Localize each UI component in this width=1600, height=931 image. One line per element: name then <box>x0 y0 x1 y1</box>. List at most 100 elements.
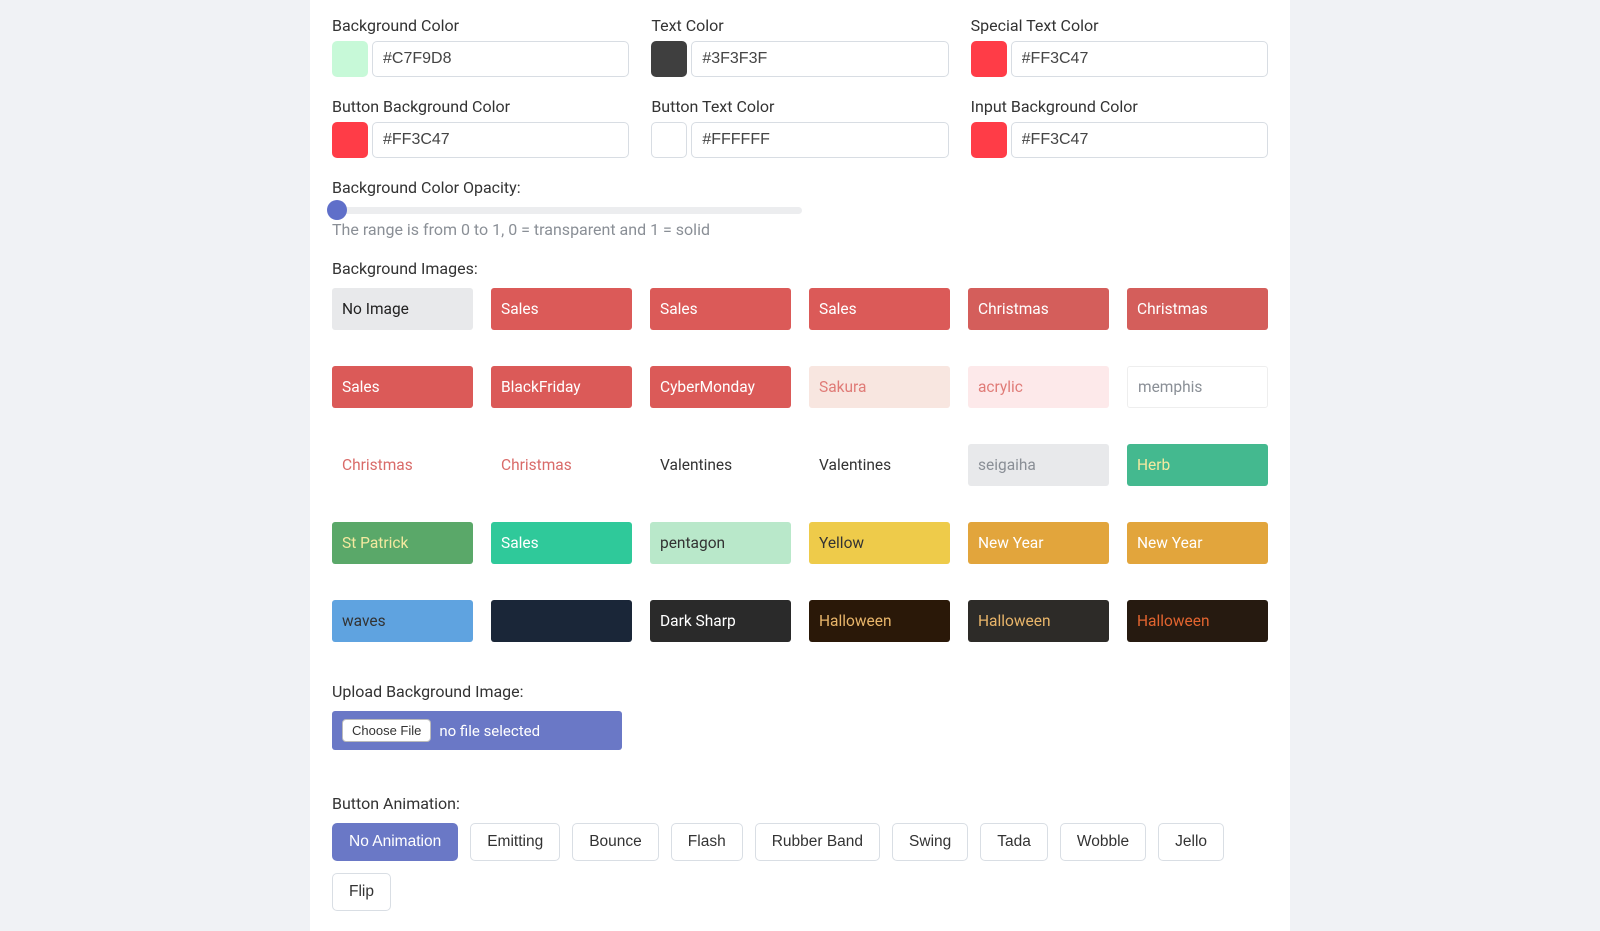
bg-tile-christmas-5[interactable]: Christmas <box>1127 288 1268 330</box>
animation-option-bounce[interactable]: Bounce <box>572 823 659 861</box>
bg-tile-cybermonday-8[interactable]: CyberMonday <box>650 366 791 408</box>
animation-option-swing[interactable]: Swing <box>892 823 968 861</box>
bg-tile-halloween-29[interactable]: Halloween <box>1127 600 1268 642</box>
bg-tile-halloween-27[interactable]: Halloween <box>809 600 950 642</box>
bg-tile-blackfriday-7[interactable]: BlackFriday <box>491 366 632 408</box>
bg-tile-christmas-12[interactable]: Christmas <box>332 444 473 486</box>
bg-tile-label: BlackFriday <box>501 378 581 396</box>
bg-tile-pentagon-20[interactable]: pentagon <box>650 522 791 564</box>
input-input-bg-color[interactable] <box>1011 122 1268 158</box>
label-background-color: Background Color <box>332 16 629 35</box>
bg-tile-label: New Year <box>978 534 1044 552</box>
bg-tile-label: Halloween <box>819 612 892 630</box>
bg-tile-label: Sakura <box>819 378 866 396</box>
label-upload-bg: Upload Background Image: <box>332 682 1268 701</box>
bg-tile-blank-25[interactable] <box>491 600 632 642</box>
label-text-color: Text Color <box>651 16 948 35</box>
field-input-bg-color: Input Background Color <box>971 97 1268 158</box>
animation-option-flash[interactable]: Flash <box>671 823 743 861</box>
bg-tile-christmas-13[interactable]: Christmas <box>491 444 632 486</box>
bg-tile-sales-6[interactable]: Sales <box>332 366 473 408</box>
swatch-button-bg-color[interactable] <box>332 122 368 158</box>
bg-tile-label: Sales <box>819 300 857 318</box>
input-special-text-color[interactable] <box>1011 41 1268 77</box>
bg-tile-waves-24[interactable]: waves <box>332 600 473 642</box>
label-button-text-color: Button Text Color <box>651 97 948 116</box>
bg-tile-label: Christmas <box>1137 300 1208 318</box>
opacity-slider[interactable] <box>332 207 802 214</box>
bg-tile-sales-1[interactable]: Sales <box>491 288 632 330</box>
choose-file-button[interactable]: Choose File <box>342 719 431 742</box>
swatch-text-color[interactable] <box>651 41 687 77</box>
animation-option-wobble[interactable]: Wobble <box>1060 823 1146 861</box>
bg-tile-label: Halloween <box>978 612 1051 630</box>
bg-tile-seigaiha-16[interactable]: seigaiha <box>968 444 1109 486</box>
bg-tile-label: acrylic <box>978 378 1023 396</box>
swatch-input-bg-color[interactable] <box>971 122 1007 158</box>
upload-box[interactable]: Choose File no file selected <box>332 711 622 750</box>
bg-tile-sales-2[interactable]: Sales <box>650 288 791 330</box>
field-button-bg-color: Button Background Color <box>332 97 629 158</box>
bg-tile-label: Sales <box>501 534 539 552</box>
opacity-block: Background Color Opacity: The range is f… <box>332 178 1268 239</box>
bg-tile-label: Christmas <box>501 456 572 474</box>
bg-tile-new-year-23[interactable]: New Year <box>1127 522 1268 564</box>
bg-tile-label: Sales <box>501 300 539 318</box>
bg-tile-label: pentagon <box>660 534 725 552</box>
label-input-bg-color: Input Background Color <box>971 97 1268 116</box>
bg-tile-valentines-15[interactable]: Valentines <box>809 444 950 486</box>
bg-tile-st-patrick-18[interactable]: St Patrick <box>332 522 473 564</box>
bg-tile-christmas-4[interactable]: Christmas <box>968 288 1109 330</box>
bg-tile-sakura-9[interactable]: Sakura <box>809 366 950 408</box>
label-button-animation: Button Animation: <box>332 794 1268 813</box>
animation-option-tada[interactable]: Tada <box>980 823 1048 861</box>
input-text-color[interactable] <box>691 41 948 77</box>
animation-option-no-animation[interactable]: No Animation <box>332 823 458 861</box>
bg-tile-halloween-28[interactable]: Halloween <box>968 600 1109 642</box>
bg-tile-label: memphis <box>1138 378 1202 396</box>
bg-tile-dark-sharp-26[interactable]: Dark Sharp <box>650 600 791 642</box>
settings-panel: Background Color Text Color Special Text… <box>310 0 1290 931</box>
bg-tile-label: Herb <box>1137 456 1170 474</box>
bg-tile-label: waves <box>342 612 386 630</box>
bg-tile-acrylic-10[interactable]: acrylic <box>968 366 1109 408</box>
input-background-color[interactable] <box>372 41 629 77</box>
bg-tile-label: No Image <box>342 300 409 318</box>
animation-option-flip[interactable]: Flip <box>332 873 391 911</box>
swatch-special-text-color[interactable] <box>971 41 1007 77</box>
label-background-images: Background Images: <box>332 259 1268 278</box>
bg-tile-label: Sales <box>342 378 380 396</box>
opacity-slider-thumb[interactable] <box>327 200 347 220</box>
color-row-2: Button Background Color Button Text Colo… <box>332 97 1268 172</box>
bg-tile-label: Halloween <box>1137 612 1210 630</box>
animation-option-jello[interactable]: Jello <box>1158 823 1224 861</box>
upload-status-text: no file selected <box>439 722 540 740</box>
opacity-helper-text: The range is from 0 to 1, 0 = transparen… <box>332 220 1268 239</box>
bg-tile-label: Sales <box>660 300 698 318</box>
input-button-text-color[interactable] <box>691 122 948 158</box>
bg-tile-sales-19[interactable]: Sales <box>491 522 632 564</box>
bg-tile-label: Dark Sharp <box>660 612 736 630</box>
label-opacity: Background Color Opacity: <box>332 178 1268 197</box>
bg-tile-label: Christmas <box>978 300 1049 318</box>
bg-tile-herb-17[interactable]: Herb <box>1127 444 1268 486</box>
animation-option-rubber-band[interactable]: Rubber Band <box>755 823 880 861</box>
label-button-bg-color: Button Background Color <box>332 97 629 116</box>
bg-tile-valentines-14[interactable]: Valentines <box>650 444 791 486</box>
field-background-color: Background Color <box>332 16 629 77</box>
input-button-bg-color[interactable] <box>372 122 629 158</box>
bg-tile-memphis-11[interactable]: memphis <box>1127 366 1268 408</box>
swatch-button-text-color[interactable] <box>651 122 687 158</box>
bg-tile-label: CyberMonday <box>660 378 755 396</box>
bg-tile-label: New Year <box>1137 534 1203 552</box>
swatch-background-color[interactable] <box>332 41 368 77</box>
bg-tile-label: Valentines <box>660 456 732 474</box>
bg-tile-yellow-21[interactable]: Yellow <box>809 522 950 564</box>
bg-tile-label: Yellow <box>819 534 864 552</box>
animation-option-emitting[interactable]: Emitting <box>470 823 560 861</box>
bg-tile-new-year-22[interactable]: New Year <box>968 522 1109 564</box>
field-text-color: Text Color <box>651 16 948 77</box>
bg-tile-no-image-0[interactable]: No Image <box>332 288 473 330</box>
bg-tile-sales-3[interactable]: Sales <box>809 288 950 330</box>
field-special-text-color: Special Text Color <box>971 16 1268 77</box>
